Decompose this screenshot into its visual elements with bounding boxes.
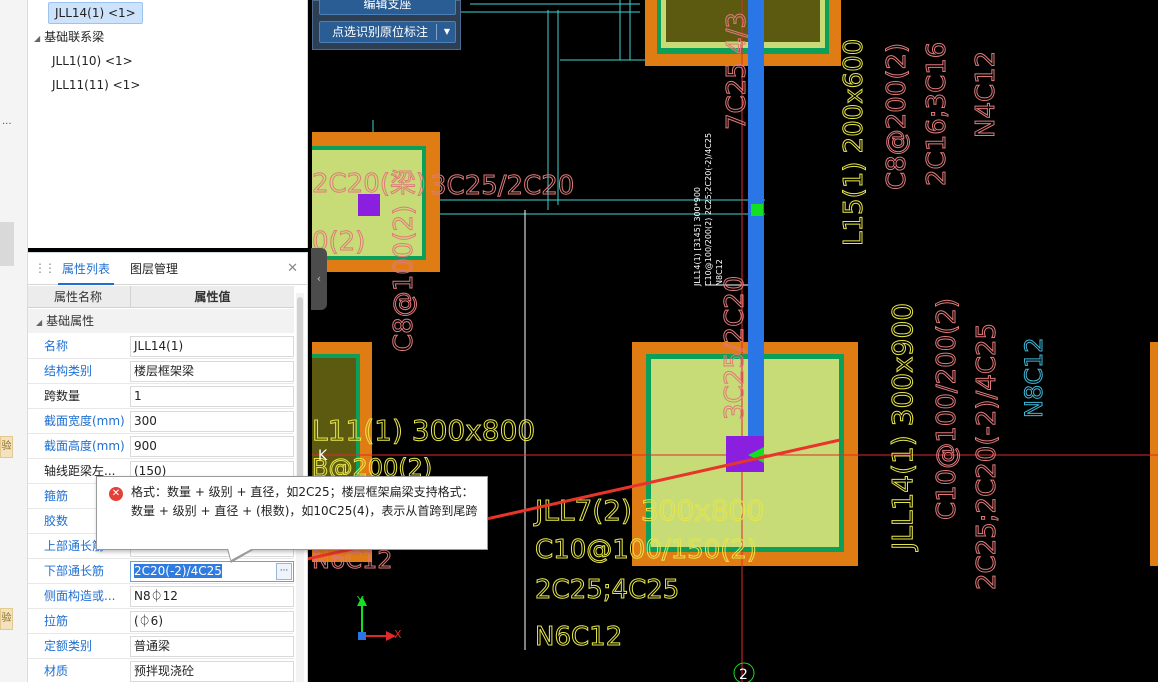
- tree-group-foundation-beams[interactable]: ◢ 基础联系梁: [34, 26, 104, 48]
- label-k: K: [318, 448, 328, 464]
- property-name: 截面宽度(mm): [44, 414, 125, 428]
- label-c8-200: C8@200(2): [882, 43, 912, 190]
- property-value-input[interactable]: 300: [130, 411, 294, 432]
- construction-tree-panel: JLL14(1) <1> ◢ 基础联系梁 JLL1(10) <1> JLL11(1…: [28, 0, 308, 248]
- property-name: 跨数量: [44, 389, 81, 403]
- edit-support-button[interactable]: 编辑支座: [319, 0, 456, 15]
- header-name: 属性名称: [54, 290, 103, 304]
- column-pad-right: [1150, 342, 1158, 566]
- property-value-input-editing[interactable]: 2C20(-2)/4C25 ···: [130, 561, 294, 582]
- property-name: 下部通长筋: [44, 564, 105, 578]
- chevron-left-icon[interactable]: ‹: [317, 272, 321, 285]
- property-value-input[interactable]: JLL14(1): [130, 336, 294, 357]
- tree-item-jll11[interactable]: JLL11(11) <1>: [52, 74, 140, 96]
- label-c8-100: C8@100(2): [389, 205, 419, 352]
- property-row[interactable]: 材质 预拌现浇砼: [28, 659, 294, 682]
- label-3c25: 3C25/2C20: [430, 171, 574, 201]
- property-name: 材质: [44, 664, 69, 678]
- property-group-basic[interactable]: ◢ 基础属性: [28, 309, 294, 333]
- tree-item-label: JLL11(11) <1>: [52, 78, 141, 92]
- label-n4c12: N4C12: [971, 51, 1001, 138]
- collapse-triangle-icon[interactable]: ◢: [34, 34, 40, 43]
- tree-item-label: JLL14(1) <1>: [55, 6, 136, 20]
- property-row[interactable]: 截面高度(mm) 900: [28, 434, 294, 459]
- property-table-header: 属性名称 属性值: [28, 286, 294, 308]
- drag-grip-icon[interactable]: ⋮⋮: [34, 261, 56, 275]
- property-row[interactable]: 跨数量 1: [28, 384, 294, 409]
- strip-button-1[interactable]: 验: [0, 436, 13, 458]
- ellipsis-button-icon[interactable]: ···: [276, 563, 292, 580]
- label-2c25-right: 2C25;2C20(-2)/4C25: [972, 323, 1002, 590]
- label-l15: L15(1) 200x600: [839, 39, 869, 246]
- property-row[interactable]: 拉筋 (⏀6): [28, 609, 294, 634]
- divider: [436, 24, 437, 40]
- property-tabs: ⋮⋮ 属性列表 图层管理 ✕: [28, 253, 308, 285]
- label-3c25-2c20: 3C25/2C20: [720, 276, 750, 420]
- property-value-input[interactable]: 普通梁: [130, 636, 294, 657]
- property-value-input[interactable]: 1: [130, 386, 294, 407]
- property-value-input[interactable]: 900: [130, 436, 294, 457]
- property-row[interactable]: 名称 JLL14(1): [28, 334, 294, 359]
- property-row[interactable]: 结构类别 楼层框架梁: [28, 359, 294, 384]
- error-icon: ✕: [109, 487, 123, 501]
- property-panel: ⋮⋮ 属性列表 图层管理 ✕ 属性名称 属性值 ◢ 基础属性 名称 JLL14(1)…: [28, 252, 308, 682]
- strip-selection: [0, 222, 14, 266]
- tree-item-jll14[interactable]: JLL14(1) <1>: [48, 2, 143, 24]
- label-jll7: JLL7(2) 300x800: [533, 494, 764, 527]
- annotation-line-1: JLL14(1) [3145] 300*900: [693, 187, 702, 287]
- property-value-input[interactable]: 预拌现浇砼: [130, 661, 294, 682]
- property-value-input[interactable]: 楼层框架梁: [130, 361, 294, 382]
- floating-toolbar: 编辑支座 点选识别原位标注 ▼: [312, 0, 461, 50]
- left-side-strip: ... 验 验: [0, 0, 28, 682]
- property-name: 定额类别: [44, 639, 93, 653]
- property-name: 侧面构造或...: [44, 589, 116, 603]
- property-row[interactable]: 定额类别 普通梁: [28, 634, 294, 659]
- beam-node-marker: [751, 204, 763, 216]
- label-jll14: JLL14(1) 300x900: [886, 303, 919, 552]
- label-c10-100: C10@100/200(2): [932, 298, 962, 520]
- label-n8c12-cyan: N8C12: [1020, 337, 1048, 418]
- collapse-triangle-icon[interactable]: ◢: [36, 318, 42, 327]
- panel-collapse-tab[interactable]: ‹: [311, 248, 327, 310]
- axis-y-label: Y: [356, 594, 364, 607]
- property-name: 拉筋: [44, 614, 69, 628]
- close-icon[interactable]: ✕: [287, 261, 298, 276]
- label-2c16: 2C16;3C16: [922, 42, 952, 186]
- header-value: 属性值: [130, 286, 294, 308]
- pick-identify-annotation-button[interactable]: 点选识别原位标注 ▼: [319, 21, 456, 43]
- label-2c20: 2C20(梁): [312, 169, 426, 199]
- property-name: 名称: [44, 339, 69, 353]
- axis-x-label: X: [394, 628, 402, 641]
- tree-group-label: 基础联系梁: [44, 30, 105, 44]
- tree-item-jll1[interactable]: JLL1(10) <1>: [52, 50, 133, 72]
- label-7c25: 7C25 4/3: [722, 12, 752, 130]
- grid-bubble-label: 2: [739, 667, 748, 682]
- property-row[interactable]: 侧面构造或... N8⏀12: [28, 584, 294, 609]
- property-value-input[interactable]: (⏀6): [130, 611, 294, 632]
- format-error-tooltip: ✕ 格式：数量 + 级别 + 直径，如2C25；楼层框架扁梁支持格式：数量 + …: [96, 476, 488, 563]
- property-value-input[interactable]: N8⏀12: [130, 586, 294, 607]
- strip-button-2[interactable]: 验: [0, 608, 13, 630]
- tooltip-tail-inner: [228, 548, 253, 560]
- annotation-line-2: C10@100/200(2) 2C25;2C20(-2)/4C25: [704, 133, 713, 286]
- tab-layer-management[interactable]: 图层管理: [130, 253, 178, 285]
- property-row[interactable]: 截面宽度(mm) 300: [28, 409, 294, 434]
- more-indicator: ...: [2, 116, 12, 127]
- label-n6c12: N6C12: [535, 622, 622, 652]
- group-label: 基础属性: [46, 314, 95, 328]
- label-c10-150: C10@100/150(2): [535, 535, 757, 565]
- tab-property-list[interactable]: 属性列表: [58, 253, 115, 285]
- tree-item-label: JLL1(10) <1>: [52, 54, 133, 68]
- button-label: 点选识别原位标注: [332, 25, 429, 39]
- selected-text[interactable]: 2C20(-2)/4C25: [134, 564, 222, 578]
- label-l11: L11(1) 300x800: [312, 414, 535, 447]
- tooltip-message: 格式：数量 + 级别 + 直径，如2C25；楼层框架扁梁支持格式：数量 + 级别…: [131, 485, 478, 518]
- property-name: 截面高度(mm): [44, 439, 125, 453]
- label-2c25-4c25: 2C25;4C25: [535, 575, 679, 605]
- property-name: 结构类别: [44, 364, 93, 378]
- dropdown-caret-icon[interactable]: ▼: [444, 22, 450, 42]
